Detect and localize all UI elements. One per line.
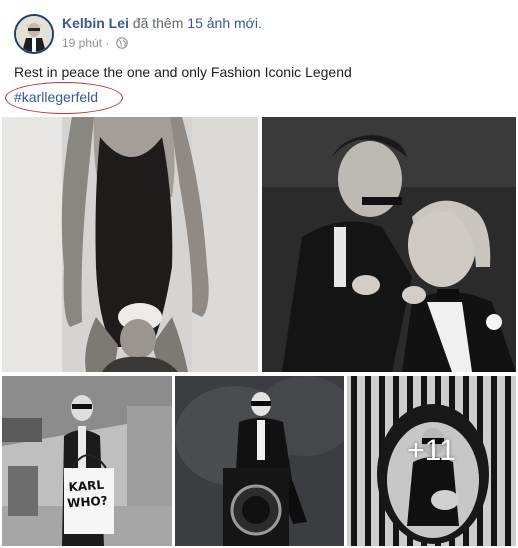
post-header: Kelbin Lei đã thêm 15 ảnh mới. 19 phút · <box>14 12 504 56</box>
photo-washing-machine[interactable] <box>175 376 344 546</box>
feed-post: Kelbin Lei đã thêm 15 ảnh mới. 19 phút ·… <box>0 0 518 548</box>
photo-count-link[interactable]: 15 ảnh mới <box>187 15 258 31</box>
post-body-text: Rest in peace the one and only Fashion I… <box>14 64 352 80</box>
action-text: đã thêm <box>132 15 184 31</box>
more-photos-overlay[interactable]: +11 <box>347 376 516 546</box>
post-timestamp[interactable]: 19 phút <box>62 36 102 50</box>
photo-egg-chair[interactable]: +11 <box>347 376 516 546</box>
more-photos-count: +11 <box>407 434 456 467</box>
author-name-link[interactable]: Kelbin Lei <box>62 15 129 31</box>
sign-line-2: WHO? <box>66 493 109 511</box>
photo-two-men[interactable] <box>262 117 516 372</box>
post-meta: 19 phút · <box>62 36 128 52</box>
globe-icon[interactable] <box>115 37 128 52</box>
meta-separator: · <box>105 36 110 50</box>
hashtag-link[interactable]: #karllegerfeld <box>14 89 98 105</box>
photo-swimsuit[interactable] <box>2 117 258 372</box>
post-headline: Kelbin Lei đã thêm 15 ảnh mới. <box>62 15 262 31</box>
karl-who-sign: KARL WHO? <box>62 468 112 523</box>
author-avatar[interactable] <box>14 14 54 54</box>
action-suffix: . <box>257 15 262 31</box>
